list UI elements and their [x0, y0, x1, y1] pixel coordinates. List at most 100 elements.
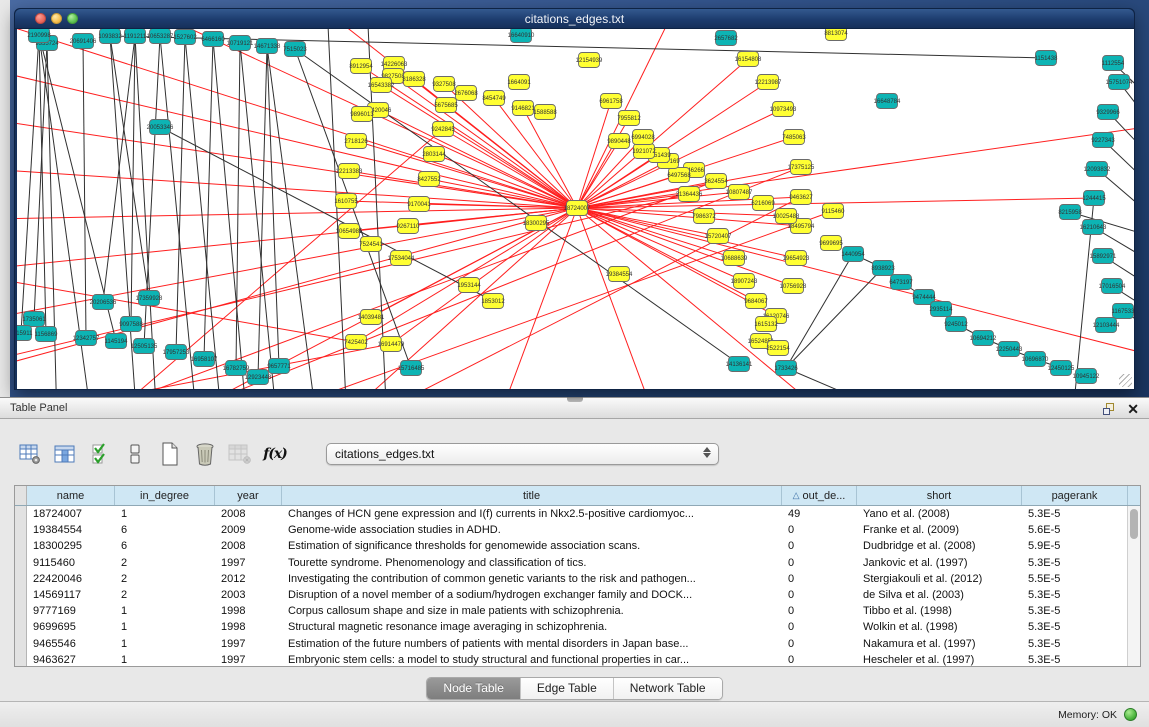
- table-cell[interactable]: 6: [115, 540, 215, 552]
- graph-node[interactable]: 9327508: [432, 77, 456, 92]
- graph-node[interactable]: 10025488: [773, 209, 800, 224]
- graph-node[interactable]: 12505135: [131, 339, 158, 354]
- graph-node[interactable]: 16648784: [874, 94, 901, 109]
- graph-edge[interactable]: [497, 208, 577, 389]
- network-canvas[interactable]: 1872400789129541422606398275081654338281…: [17, 29, 1134, 389]
- table-cell[interactable]: 2: [115, 557, 215, 569]
- graph-edge[interactable]: [356, 141, 577, 208]
- graph-node[interactable]: 10973493: [770, 102, 797, 117]
- scrollbar-thumb[interactable]: [1130, 509, 1138, 539]
- graph-node[interactable]: 12342757: [73, 331, 100, 346]
- graph-node[interactable]: 18907243: [731, 274, 758, 289]
- graph-node[interactable]: 12213383: [336, 164, 363, 179]
- graph-node[interactable]: 2190998: [27, 29, 51, 43]
- table-cell[interactable]: 5.9E-5: [1022, 540, 1128, 552]
- graph-node[interactable]: 6466160: [201, 32, 225, 47]
- table-cell[interactable]: 1998: [215, 605, 282, 617]
- table-cell[interactable]: 2: [115, 589, 215, 601]
- graph-node[interactable]: 20206536: [90, 295, 117, 310]
- graph-node[interactable]: 10688639: [721, 251, 748, 266]
- graph-node[interactable]: 9684067: [744, 294, 768, 309]
- graph-node[interactable]: 12154939: [576, 53, 603, 68]
- table-cell[interactable]: 5.3E-5: [1022, 589, 1128, 601]
- graph-node[interactable]: 9657771: [267, 359, 291, 374]
- graph-edge[interactable]: [17, 208, 577, 369]
- graph-node[interactable]: 20691406: [70, 34, 97, 49]
- graph-node[interactable]: 2522154: [766, 341, 790, 356]
- table-cell[interactable]: 1: [115, 508, 215, 520]
- table-row[interactable]: 1456911722003Disruption of a novel membe…: [15, 587, 1140, 603]
- table-cell[interactable]: Dudbridge et al. (2008): [857, 540, 1022, 552]
- graph-node[interactable]: 12923448: [245, 370, 272, 385]
- table-cell[interactable]: 22420046: [27, 573, 115, 585]
- column-header-in_degree[interactable]: in_degree: [115, 486, 215, 505]
- graph-node[interactable]: 8215958: [1058, 205, 1082, 220]
- graph-node[interactable]: 1156869: [35, 327, 59, 342]
- select-rows-icon[interactable]: [88, 442, 112, 466]
- graph-node[interactable]: 2935114: [930, 302, 954, 317]
- table-row[interactable]: 1830029562008Estimation of significance …: [15, 538, 1140, 554]
- table-cell[interactable]: 2: [115, 573, 215, 585]
- graph-node[interactable]: 12450125: [1048, 361, 1075, 376]
- table-cell[interactable]: 2008: [215, 540, 282, 552]
- graph-node[interactable]: 6216069: [751, 196, 775, 211]
- table-cell[interactable]: 1: [115, 654, 215, 666]
- table-row[interactable]: 1938455462009Genome-wide association stu…: [15, 522, 1140, 538]
- graph-edge[interactable]: [21, 35, 39, 333]
- graph-node[interactable]: 10756928: [780, 279, 807, 294]
- graph-edge[interactable]: [1119, 82, 1134, 144]
- table-row[interactable]: 1872400712008Changes of HCN gene express…: [15, 506, 1140, 522]
- graph-node[interactable]: 9227343: [1091, 133, 1115, 148]
- graph-node[interactable]: 12103444: [1093, 318, 1120, 333]
- graph-node[interactable]: 16914479: [378, 337, 405, 352]
- network-view-window[interactable]: citations_edges.txt 18724007891295414226…: [14, 8, 1135, 390]
- table-cell[interactable]: Nakamura et al. (1997): [857, 638, 1022, 650]
- graph-node[interactable]: 14136141: [726, 357, 753, 372]
- graph-node[interactable]: 12250443: [996, 342, 1023, 357]
- graph-node[interactable]: 1615132: [754, 317, 778, 332]
- network-graph[interactable]: 1872400789129541422606398275081654338281…: [17, 29, 1134, 389]
- graph-node[interactable]: 2657682: [714, 31, 738, 46]
- graph-node[interactable]: 14039481: [358, 310, 385, 325]
- table-cell[interactable]: 1997: [215, 638, 282, 650]
- table-cell[interactable]: 14569117: [27, 589, 115, 601]
- table-cell[interactable]: 49: [782, 508, 857, 520]
- graph-node[interactable]: 17375125: [788, 160, 815, 175]
- table-cell[interactable]: 5.3E-5: [1022, 557, 1128, 569]
- table-row[interactable]: 946554611997Estimation of the future num…: [15, 636, 1140, 652]
- graph-node[interactable]: 1191211: [124, 29, 147, 44]
- column-header-short[interactable]: short: [857, 486, 1022, 505]
- table-cell[interactable]: 9699695: [27, 621, 115, 633]
- graph-node[interactable]: 9115460: [822, 204, 846, 219]
- table-cell[interactable]: 0: [782, 540, 857, 552]
- table-cell[interactable]: 5.3E-5: [1022, 654, 1128, 666]
- table-cell[interactable]: Corpus callosum shape and size in male p…: [282, 605, 782, 617]
- graph-node[interactable]: 9329966: [1096, 105, 1120, 120]
- graph-node[interactable]: 1610755: [334, 194, 358, 209]
- close-icon[interactable]: ✕: [1127, 402, 1139, 416]
- graph-node[interactable]: 9170041: [407, 197, 431, 212]
- graph-node[interactable]: 2676068: [454, 86, 478, 101]
- graph-node[interactable]: 8938923: [871, 261, 895, 276]
- graph-node[interactable]: 7485063: [782, 130, 806, 145]
- table-cell[interactable]: 1998: [215, 621, 282, 633]
- graph-node[interactable]: 16154808: [735, 52, 762, 67]
- table-cell[interactable]: 9115460: [27, 557, 115, 569]
- table-cell[interactable]: Wolkin et al. (1998): [857, 621, 1022, 633]
- table-cell[interactable]: 6: [115, 524, 215, 536]
- graph-edge[interactable]: [258, 46, 267, 377]
- graph-node[interactable]: 10653287: [147, 29, 174, 44]
- table-cell[interactable]: Estimation of significance thresholds fo…: [282, 540, 782, 552]
- table-row[interactable]: 977716911998Corpus callosum shape and si…: [15, 603, 1140, 619]
- table-cell[interactable]: 5.3E-5: [1022, 621, 1128, 633]
- table-cell[interactable]: Yano et al. (2008): [857, 508, 1022, 520]
- graph-node[interactable]: 1921072: [632, 144, 656, 159]
- graph-node[interactable]: 20053346: [147, 120, 174, 135]
- table-cell[interactable]: 9463627: [27, 654, 115, 666]
- graph-node[interactable]: 16210643: [1080, 220, 1107, 235]
- graph-node[interactable]: 16640910: [508, 29, 535, 43]
- table-cell[interactable]: Structural magnetic resonance image aver…: [282, 621, 782, 633]
- table-selector-dropdown[interactable]: citations_edges.txt: [326, 443, 719, 465]
- table-cell[interactable]: Changes of HCN gene expression and I(f) …: [282, 508, 782, 520]
- table-cell[interactable]: 18300295: [27, 540, 115, 552]
